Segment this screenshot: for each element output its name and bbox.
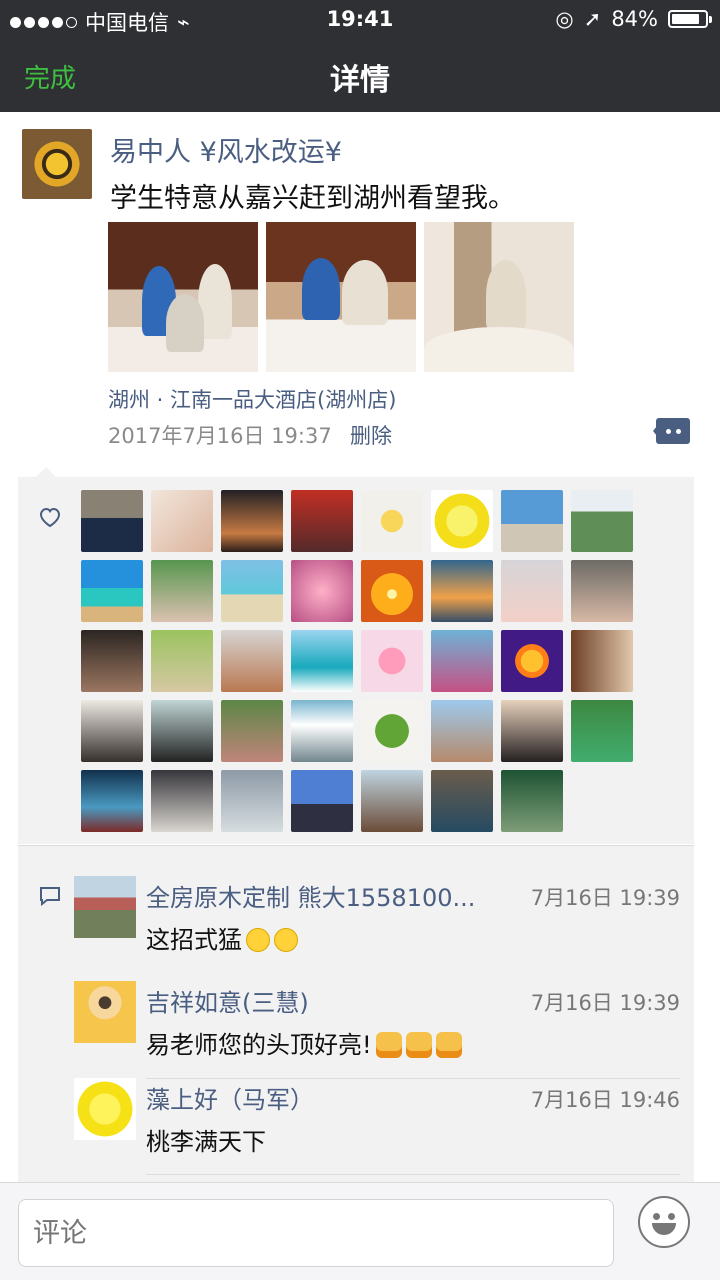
- liker-avatar[interactable]: [151, 630, 213, 692]
- more-actions-button[interactable]: [653, 418, 690, 444]
- photo-table: [424, 327, 574, 372]
- liker-avatar[interactable]: [361, 490, 423, 552]
- comment-item: 藻上好（马军） 7月16日 19:46 桃李满天下: [74, 1056, 680, 1156]
- liker-avatar[interactable]: [431, 770, 493, 832]
- liker-avatar[interactable]: [501, 770, 563, 832]
- post-photo[interactable]: [424, 222, 574, 372]
- liker-avatar[interactable]: [291, 700, 353, 762]
- liker-avatar[interactable]: [291, 490, 353, 552]
- thinking-emoji-icon: [246, 928, 270, 952]
- comment-divider: [146, 1174, 680, 1175]
- comment-item: 吉祥如意(三慧) 7月16日 19:39 易老师您的头顶好亮!: [74, 959, 680, 1060]
- comment-text: 桃李满天下: [146, 1128, 266, 1156]
- post-photo[interactable]: [266, 222, 416, 372]
- comment-icon: [40, 887, 60, 907]
- battery-percentage: 84%: [611, 7, 658, 31]
- thumbs-up-icon: [405, 1032, 432, 1058]
- comment-avatar[interactable]: [74, 981, 136, 1043]
- liker-avatar[interactable]: [151, 770, 213, 832]
- comment-time: 7月16日 19:39: [530, 886, 680, 910]
- comment-avatar[interactable]: [74, 1078, 136, 1140]
- liker-avatar[interactable]: [81, 490, 143, 552]
- comment-input[interactable]: [18, 1199, 614, 1267]
- liker-avatar[interactable]: [151, 490, 213, 552]
- liker-avatar[interactable]: [501, 490, 563, 552]
- liker-avatar[interactable]: [431, 630, 493, 692]
- likes-panel: [18, 467, 694, 844]
- liker-avatar[interactable]: [571, 560, 633, 622]
- photo-person: [302, 258, 340, 320]
- photo-grid: [108, 222, 574, 372]
- liker-avatar[interactable]: [431, 560, 493, 622]
- delete-button[interactable]: 删除: [350, 420, 392, 450]
- liker-avatar[interactable]: [81, 770, 143, 832]
- comment-time: 7月16日 19:46: [530, 1088, 680, 1112]
- post-text: 学生特意从嘉兴赶到湖州看望我。: [110, 183, 515, 214]
- commenter-name[interactable]: 吉祥如意(三慧): [146, 983, 506, 1018]
- location-arrow-icon: ➚: [583, 7, 602, 31]
- liker-avatar[interactable]: [81, 560, 143, 622]
- liker-avatar[interactable]: [361, 630, 423, 692]
- liker-avatar[interactable]: [151, 560, 213, 622]
- photo-person: [486, 260, 526, 330]
- thumbs-up-icon: [435, 1032, 462, 1058]
- navigation-bar: 完成 详情: [0, 38, 720, 112]
- lock-icon: ◎: [555, 7, 574, 31]
- liker-avatar[interactable]: [361, 560, 423, 622]
- liker-avatar[interactable]: [501, 700, 563, 762]
- thinking-emoji-icon: [274, 928, 298, 952]
- smile-icon: [652, 1223, 676, 1235]
- liker-avatar-grid: [81, 490, 633, 832]
- liker-avatar[interactable]: [221, 700, 283, 762]
- comments-panel: 全房原木定制 熊大1558100... 7月16日 19:39 这招式猛 吉祥如…: [18, 845, 694, 1182]
- comment-text: 易老师您的头顶好亮!: [146, 1025, 462, 1060]
- liker-avatar[interactable]: [361, 700, 423, 762]
- commenter-name[interactable]: 藻上好（马军）: [146, 1080, 506, 1115]
- comment-avatar[interactable]: [74, 876, 136, 938]
- liker-avatar[interactable]: [151, 700, 213, 762]
- liker-avatar[interactable]: [431, 700, 493, 762]
- liker-avatar[interactable]: [571, 700, 633, 762]
- commenter-name[interactable]: 全房原木定制 熊大1558100...: [146, 878, 506, 913]
- liker-avatar[interactable]: [221, 490, 283, 552]
- author-avatar[interactable]: [22, 129, 92, 199]
- thumbs-up-icon: [375, 1032, 402, 1058]
- moment-detail: 易中人 ¥风水改运¥ 学生特意从嘉兴赶到湖州看望我。 湖州 · 江南一品大酒店(…: [0, 112, 720, 1182]
- status-bar: 中国电信 ⌁ 19:41 ◎ ➚ 84%: [0, 0, 720, 38]
- author-name[interactable]: 易中人 ¥风水改运¥: [110, 130, 342, 169]
- liker-avatar[interactable]: [221, 770, 283, 832]
- comment-text: 这招式猛: [146, 920, 298, 955]
- liker-avatar[interactable]: [291, 770, 353, 832]
- photo-person: [166, 294, 204, 352]
- page-title: 详情: [330, 63, 390, 98]
- liker-avatar[interactable]: [501, 630, 563, 692]
- liker-avatar[interactable]: [81, 700, 143, 762]
- photo-person: [342, 260, 388, 325]
- comment-time: 7月16日 19:39: [530, 991, 680, 1015]
- post-time: 2017年7月16日 19:37: [108, 424, 332, 448]
- battery-icon: [668, 10, 712, 28]
- liker-avatar[interactable]: [81, 630, 143, 692]
- liker-avatar[interactable]: [501, 560, 563, 622]
- liker-avatar[interactable]: [571, 490, 633, 552]
- emoji-button[interactable]: [638, 1196, 690, 1248]
- liker-avatar[interactable]: [361, 770, 423, 832]
- post-location[interactable]: 湖州 · 江南一品大酒店(湖州店): [108, 384, 396, 414]
- status-right: ◎ ➚ 84%: [555, 7, 712, 31]
- heart-icon: [39, 507, 61, 528]
- liker-avatar[interactable]: [431, 490, 493, 552]
- comment-item: 全房原木定制 熊大1558100... 7月16日 19:39 这招式猛: [74, 854, 680, 955]
- liker-avatar[interactable]: [221, 560, 283, 622]
- liker-avatar[interactable]: [571, 630, 633, 692]
- liker-avatar[interactable]: [291, 560, 353, 622]
- post-photo[interactable]: [108, 222, 258, 372]
- comment-input-bar: [0, 1182, 720, 1280]
- liker-avatar[interactable]: [291, 630, 353, 692]
- liker-avatar[interactable]: [221, 630, 283, 692]
